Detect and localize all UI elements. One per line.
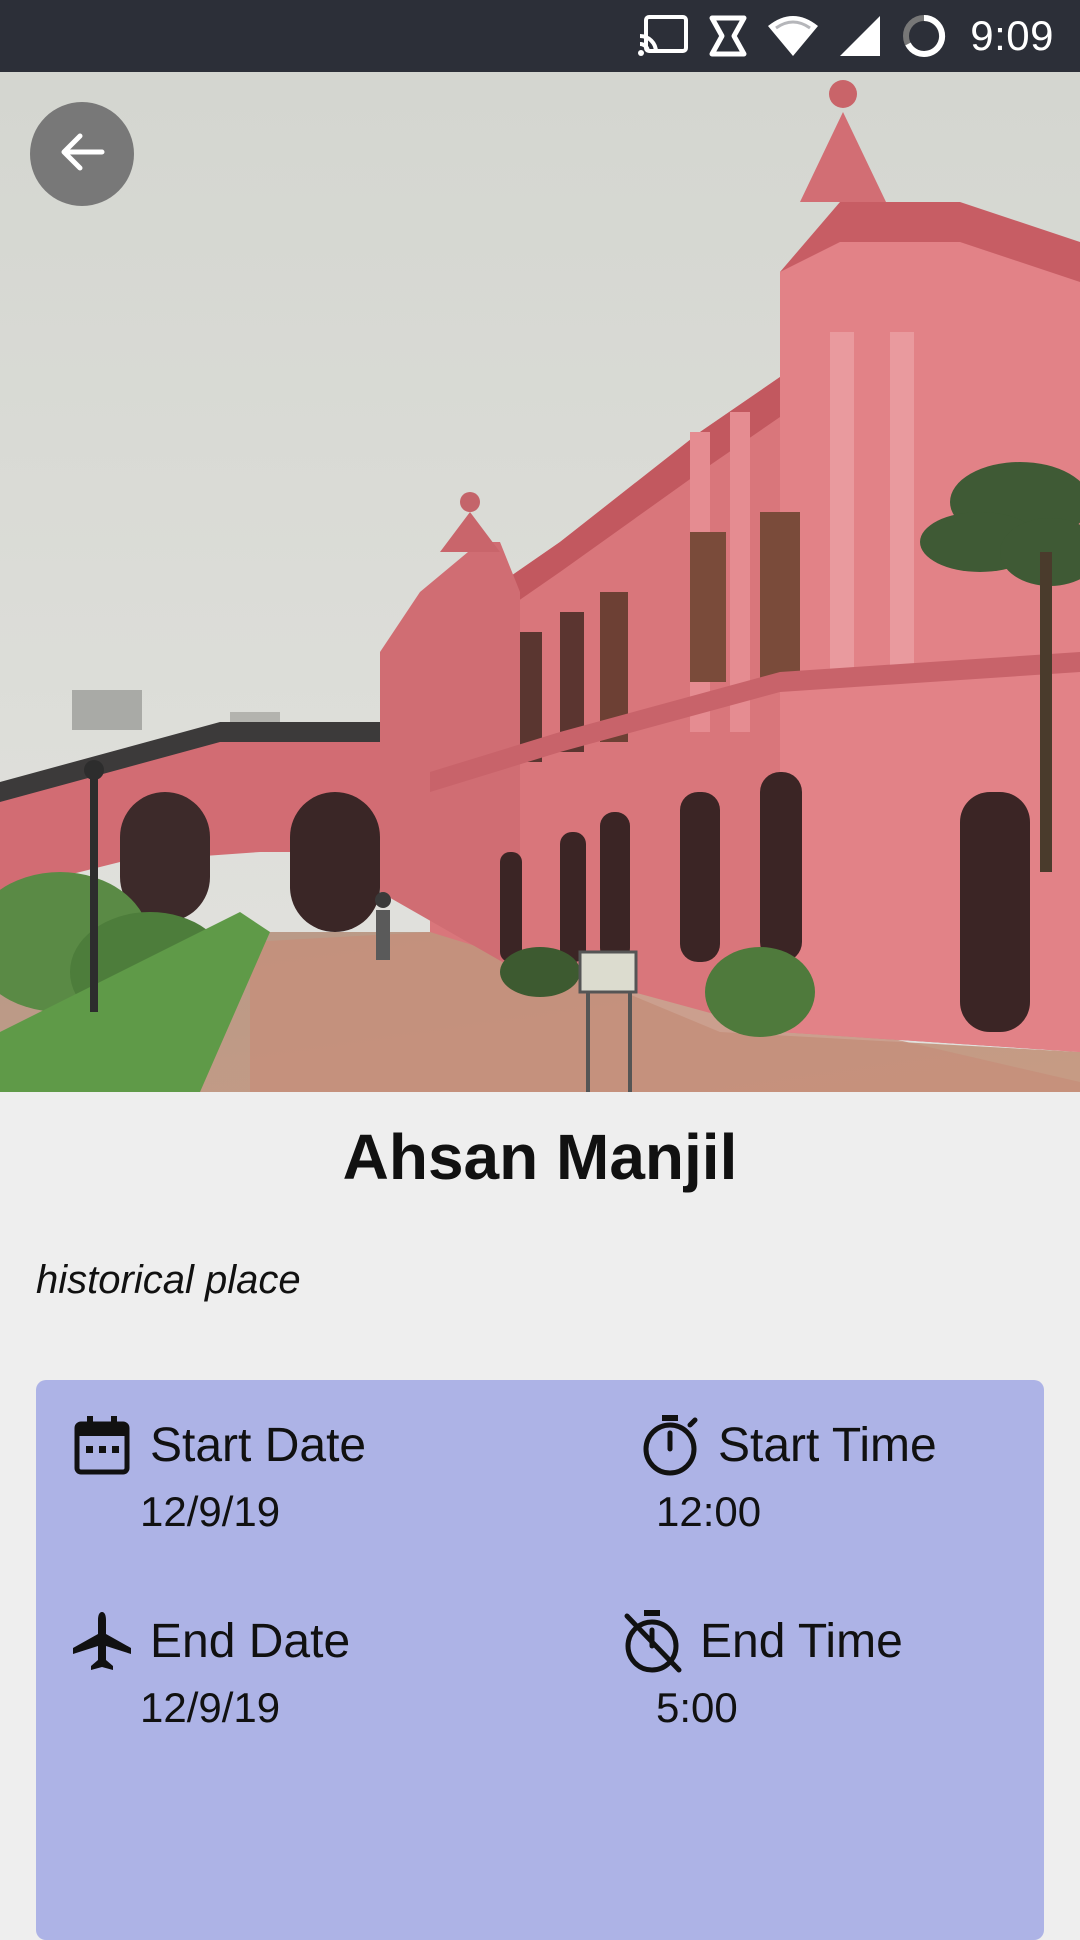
sync-icon <box>708 14 748 58</box>
end-date-block: End Date 12/9/19 <box>70 1606 490 1732</box>
status-time: 9:09 <box>970 12 1054 59</box>
airplane-icon <box>70 1609 134 1673</box>
end-date-value: 12/9/19 <box>140 1684 281 1731</box>
end-time-value: 5:00 <box>656 1684 738 1731</box>
place-title: Ahsan Manjil <box>342 1121 738 1193</box>
timer-icon <box>638 1413 702 1477</box>
start-date-label: Start Date <box>150 1418 367 1472</box>
arrow-back-icon <box>56 126 108 183</box>
status-bar: 9:09 <box>0 0 1080 72</box>
start-date-block: Start Date 12/9/19 <box>70 1410 490 1536</box>
back-button[interactable] <box>30 102 134 206</box>
place-photo <box>0 72 1080 1092</box>
start-time-block: Start Time 12:00 <box>638 1410 1058 1536</box>
end-date-label: End Date <box>150 1614 351 1668</box>
start-date-value: 12/9/19 <box>140 1488 281 1535</box>
start-time-label: Start Time <box>718 1418 937 1472</box>
timer-off-icon <box>620 1609 684 1673</box>
cell-signal-icon <box>838 14 882 58</box>
start-time-value: 12:00 <box>656 1488 762 1535</box>
place-category: historical place <box>36 1258 301 1302</box>
loading-icon <box>900 12 948 60</box>
wifi-icon <box>766 14 820 58</box>
cast-icon <box>638 14 690 58</box>
end-time-block: End Time 5:00 <box>620 1606 1040 1732</box>
calendar-icon <box>70 1413 134 1477</box>
schedule-card: Start Date 12/9/19 Start Time 12:00 End … <box>36 1380 1044 1940</box>
end-time-label: End Time <box>700 1614 903 1668</box>
